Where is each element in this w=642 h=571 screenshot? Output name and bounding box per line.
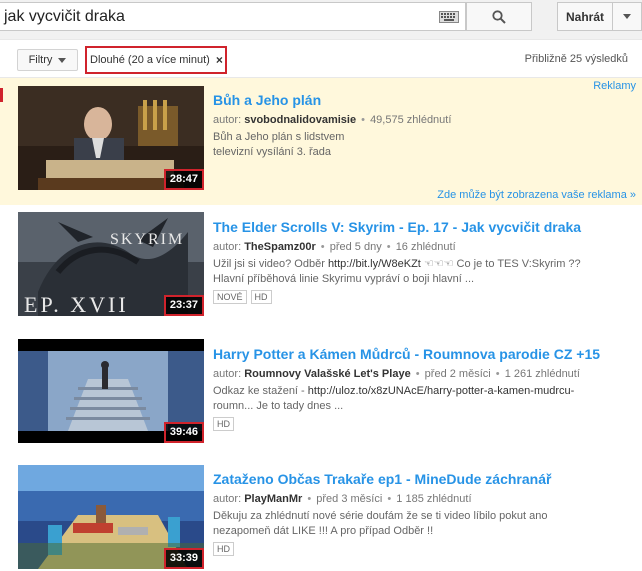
video-thumbnail[interactable]: SKYRIM EP. XVII 23:37 [18,212,204,316]
filter-chip-label: Dlouhé (20 a více minut) [90,54,210,66]
video-description: Děkuju za zhlédnutí nové série doufám že… [213,510,548,537]
filters-button[interactable]: Filtry [17,49,78,71]
video-title[interactable]: Zataženo Občas Trakaře ep1 - MineDude zá… [213,471,638,488]
badges: NOVÉ HD [213,290,638,304]
view-count: 1 185 zhlédnutí [396,493,472,505]
ad-info-link[interactable]: Zde může být zobrazena vaše reklama » [437,189,636,201]
result-info: Zataženo Občas Trakaře ep1 - MineDude zá… [213,471,638,556]
author-prefix: autor: [213,114,242,126]
result-info: Harry Potter a Kámen Můdrců - Roumnova p… [213,346,638,431]
search-icon [492,9,506,24]
view-count: 1 261 zhlédnutí [504,368,580,380]
channel-link[interactable]: svobodnalidovamisie [244,114,356,126]
video-thumbnail[interactable]: 28:47 [18,86,204,190]
video-duration: 39:46 [163,422,204,443]
upload-menu-button[interactable] [612,2,642,31]
new-badge: NOVÉ [213,290,247,304]
thumbnail-episode-text: EP. XVII [24,292,129,316]
filters-button-label: Filtry [28,54,53,66]
video-title[interactable]: The Elder Scrolls V: Skyrim - Ep. 17 - J… [213,219,638,236]
author-prefix: autor: [213,241,242,253]
search-input[interactable]: jak vycvičit draka [0,2,466,31]
upload-button[interactable]: Nahrát [557,2,613,31]
channel-link[interactable]: Roumnovy Valašské Let's Playe [244,368,410,380]
badges: HD [213,417,638,431]
close-icon[interactable]: × [216,53,223,67]
channel-link[interactable]: PlayManMr [244,493,302,505]
search-button[interactable] [466,2,532,31]
video-title[interactable]: Harry Potter a Kámen Můdrců - Roumnova p… [213,346,638,363]
badges: HD [213,542,638,556]
video-thumbnail[interactable]: 33:39 [18,465,204,569]
upload-age: před 5 dny [329,241,382,253]
active-filter-chip[interactable]: Dlouhé (20 a více minut) × [85,46,227,74]
hd-badge: HD [213,417,234,431]
video-meta: autor: PlayManMr • před 3 měsíci • 1 185… [213,493,472,505]
search-query: jak vycvičit draka [4,8,125,25]
video-description: Bůh a Jeho plán s lidstvem televizní vys… [213,131,345,158]
description-link[interactable]: http://bit.ly/W8eKZt [328,258,421,270]
promoted-marker [0,88,3,102]
chevron-down-icon [58,57,67,63]
video-meta: autor: TheSpamz00r • před 5 dny • 16 zhl… [213,241,456,253]
video-description: Odkaz ke stažení - http://uloz.to/x8zUNA… [213,385,575,412]
keyboard-icon[interactable] [439,11,459,23]
video-duration: 23:37 [163,295,204,316]
video-meta: autor: svobodnalidovamisie • 49,575 zhlé… [213,114,452,126]
video-duration: 28:47 [163,169,204,190]
ads-label[interactable]: Reklamy [593,80,636,92]
channel-link[interactable]: TheSpamz00r [244,241,316,253]
video-title[interactable]: Bůh a Jeho plán [213,92,638,109]
result-info: The Elder Scrolls V: Skyrim - Ep. 17 - J… [213,219,638,304]
hd-badge: HD [250,290,272,304]
result-info: Bůh a Jeho plán autor: svobodnalidovamis… [213,92,638,160]
description-link[interactable]: http://uloz.to/x8zUNAcE/harry-potter-a-k… [308,385,575,397]
view-count: 16 zhlédnutí [395,241,456,253]
upload-age: před 2 měsíci [424,368,491,380]
results-count: Přibližně 25 výsledků [524,53,628,65]
view-count: 49,575 zhlédnutí [370,114,452,126]
video-meta: autor: Roumnovy Valašské Let's Playe • p… [213,368,580,380]
chevron-down-icon [623,14,631,19]
filter-row: Filtry Dlouhé (20 a více minut) × Přibli… [0,40,642,78]
video-description: Užil jsi si video? Odběr http://bit.ly/W… [213,258,581,285]
author-prefix: autor: [213,493,242,505]
author-prefix: autor: [213,368,242,380]
hd-badge: HD [213,542,234,556]
thumbnail-skyrim-text: SKYRIM [110,231,184,248]
video-thumbnail[interactable]: 39:46 [18,339,204,443]
video-duration: 33:39 [163,548,204,569]
top-bar: jak vycvičit draka Nahrát [0,0,642,40]
upload-age: před 3 měsíci [316,493,383,505]
